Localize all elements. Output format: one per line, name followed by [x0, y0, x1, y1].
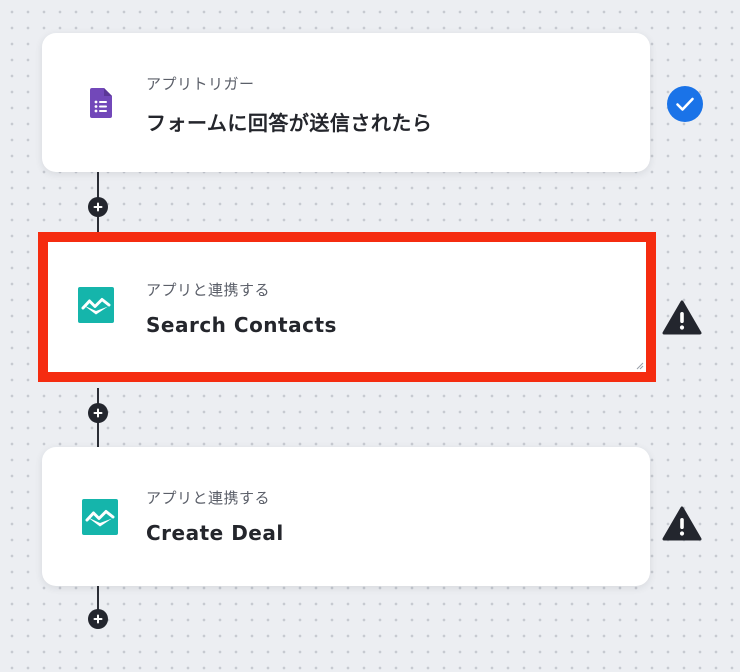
step-subtitle: アプリと連携する [146, 489, 271, 507]
action-step-card-create-deal[interactable]: アプリと連携する Create Deal [42, 447, 650, 586]
add-step-button[interactable] [88, 609, 108, 629]
step-subtitle: アプリトリガー [146, 75, 255, 93]
add-step-button[interactable] [88, 197, 108, 217]
step-title: Search Contacts [146, 313, 337, 337]
warning-icon [662, 300, 702, 335]
plus-icon [93, 408, 103, 418]
warning-icon [662, 506, 702, 541]
plus-icon [93, 614, 103, 624]
step-title: フォームに回答が送信されたら [146, 111, 433, 135]
action-step-card-search-contacts[interactable]: アプリと連携する Search Contacts [38, 232, 656, 382]
plus-icon [93, 202, 103, 212]
check-circle-icon [667, 86, 703, 122]
add-step-button[interactable] [88, 403, 108, 423]
google-forms-icon [90, 88, 112, 118]
step-subtitle: アプリと連携する [146, 281, 271, 299]
app-integration-icon [78, 287, 114, 323]
trigger-step-card[interactable]: アプリトリガー フォームに回答が送信されたら [42, 33, 650, 172]
step-title: Create Deal [146, 521, 284, 545]
app-integration-icon [82, 499, 118, 535]
resize-grip-icon[interactable] [636, 362, 644, 370]
